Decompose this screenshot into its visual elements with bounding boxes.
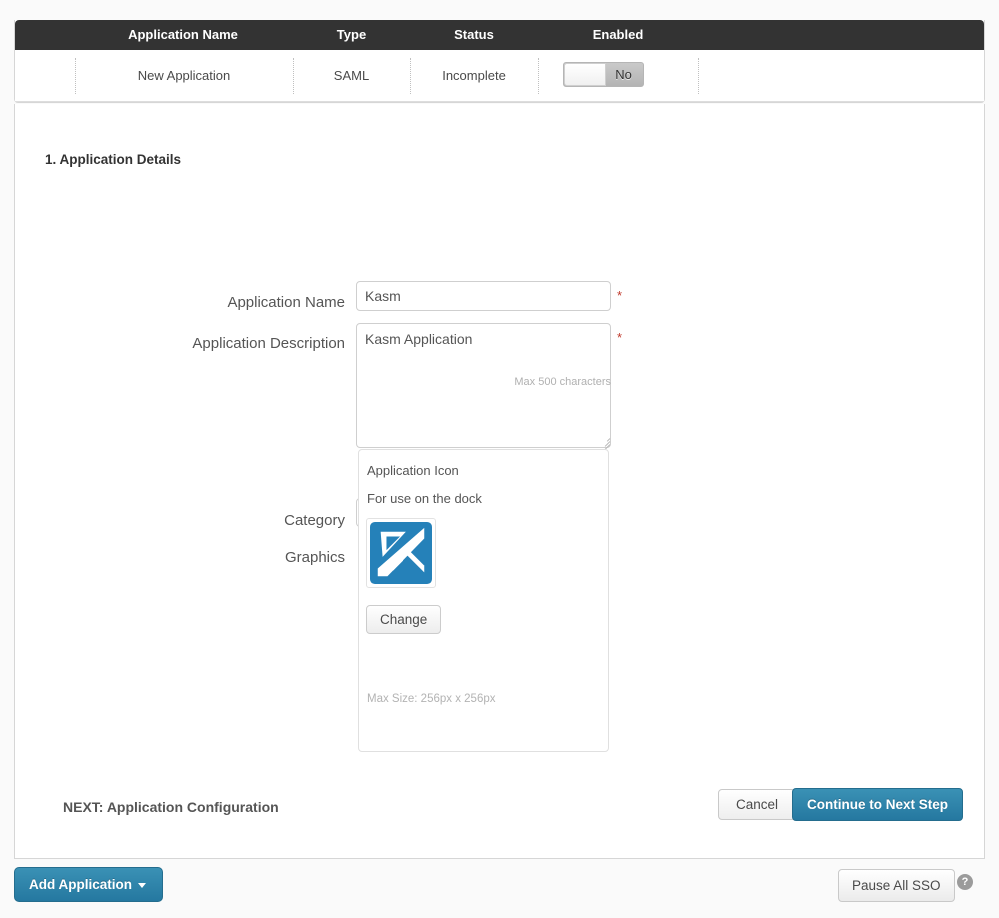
column-header-type: Type bbox=[293, 20, 410, 50]
required-marker-description: * bbox=[617, 330, 622, 345]
graphics-panel: Application Icon For use on the dock Cha… bbox=[358, 449, 609, 752]
application-name-input[interactable] bbox=[356, 281, 611, 311]
column-divider bbox=[538, 58, 539, 94]
change-icon-button[interactable]: Change bbox=[366, 605, 441, 634]
label-graphics: Graphics bbox=[165, 549, 345, 566]
column-header-application-name: Application Name bbox=[73, 20, 293, 50]
label-application-name: Application Name bbox=[115, 294, 345, 311]
icon-max-size-text: Max Size: 256px x 256px bbox=[367, 693, 496, 705]
cell-application-name: New Application bbox=[75, 50, 293, 102]
application-icon-subtitle: For use on the dock bbox=[367, 491, 482, 506]
cell-type: SAML bbox=[293, 50, 410, 102]
required-marker-name: * bbox=[617, 288, 622, 303]
label-application-description: Application Description bbox=[75, 335, 345, 352]
next-step-hint: NEXT: Application Configuration bbox=[63, 799, 279, 815]
cell-status: Incomplete bbox=[410, 50, 538, 102]
applications-table-panel: Application Name Type Status Enabled New… bbox=[14, 20, 985, 103]
cancel-button[interactable]: Cancel bbox=[718, 789, 796, 820]
toggle-label: No bbox=[604, 63, 643, 86]
application-icon-title: Application Icon bbox=[367, 463, 459, 478]
table-header-row: Application Name Type Status Enabled bbox=[15, 20, 984, 50]
column-header-enabled: Enabled bbox=[538, 20, 698, 50]
application-wizard-page: Application Name Type Status Enabled New… bbox=[0, 0, 999, 918]
toggle-knob bbox=[564, 63, 606, 86]
pause-all-sso-button[interactable]: Pause All SSO bbox=[838, 869, 955, 902]
column-divider bbox=[698, 58, 699, 94]
add-application-label: Add Application bbox=[29, 877, 132, 892]
caret-down-icon bbox=[138, 883, 146, 888]
label-category: Category bbox=[165, 512, 345, 529]
column-header-status: Status bbox=[410, 20, 538, 50]
table-row[interactable]: New Application SAML Incomplete bbox=[15, 50, 984, 102]
help-icon[interactable]: ? bbox=[957, 874, 973, 890]
add-application-button[interactable]: Add Application bbox=[14, 867, 163, 902]
section-title: 1. Application Details bbox=[45, 152, 181, 167]
application-icon-preview bbox=[366, 518, 436, 588]
continue-button[interactable]: Continue to Next Step bbox=[792, 788, 963, 821]
enabled-toggle-switch[interactable]: No bbox=[563, 62, 644, 87]
application-details-form: 1. Application Details Application Name … bbox=[14, 104, 985, 859]
description-helper-text: Max 500 characters bbox=[513, 376, 611, 388]
kasm-logo-icon bbox=[370, 522, 432, 584]
